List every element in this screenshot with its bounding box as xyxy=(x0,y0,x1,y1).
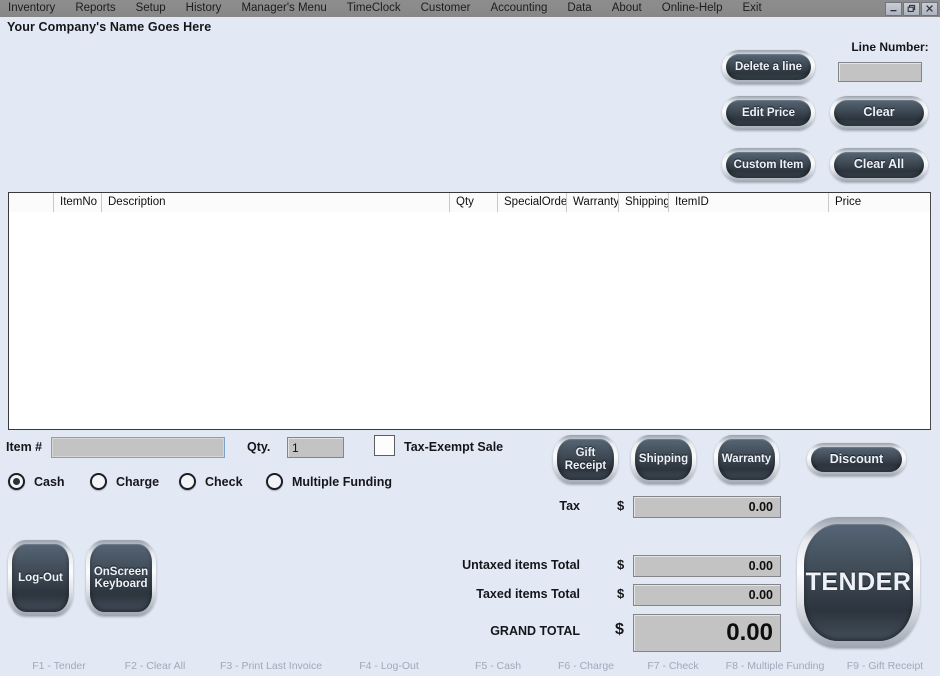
delete-a-line-label: Delete a line xyxy=(734,60,803,73)
grid-column-header-shipping[interactable]: Shipping xyxy=(619,193,669,212)
taxed-items-total-label: Taxed items Total xyxy=(476,587,580,601)
grid-column-header-itemno[interactable]: ItemNo xyxy=(54,193,102,212)
payment-option-label: Cash xyxy=(34,474,65,489)
minimize-icon xyxy=(890,10,897,12)
tender-button[interactable]: TENDER xyxy=(797,517,920,648)
onscreen-keyboard-label: OnScreen Keyboard xyxy=(93,565,149,590)
menu-item-history[interactable]: History xyxy=(176,0,232,17)
custom-item-button[interactable]: Custom Item xyxy=(722,148,815,182)
menu-bar: Inventory Reports Setup History Manager's Me… xyxy=(0,0,940,17)
grid-body[interactable] xyxy=(9,212,930,429)
gift-receipt-button[interactable]: Gift Receipt xyxy=(553,435,618,484)
discount-label: Discount xyxy=(829,451,884,466)
clear-all-button[interactable]: Clear All xyxy=(830,148,928,182)
grid-column-header-itemid[interactable]: ItemID xyxy=(669,193,829,212)
restore-button[interactable] xyxy=(903,1,920,16)
page-title: Your Company's Name Goes Here xyxy=(7,20,212,34)
radio-icon xyxy=(8,473,25,490)
menu-item-accounting[interactable]: Accounting xyxy=(480,0,557,17)
grid-column-header-description[interactable]: Description xyxy=(102,193,450,212)
radio-icon xyxy=(90,473,107,490)
menu-item-inventory[interactable]: Inventory xyxy=(0,0,65,17)
close-icon xyxy=(926,5,933,12)
clear-label: Clear xyxy=(863,105,895,120)
tax-exempt-label: Tax-Exempt Sale xyxy=(404,440,504,454)
menu-item-about[interactable]: About xyxy=(602,0,652,17)
grand-total-label: GRAND TOTAL xyxy=(490,624,580,638)
line-items-grid[interactable]: ItemNo Description Qty SpecialOrder Warranty… xyxy=(8,192,931,430)
minimize-button[interactable] xyxy=(885,1,902,16)
grid-column-header-qty[interactable]: Qty xyxy=(450,193,498,212)
custom-item-label: Custom Item xyxy=(733,158,804,171)
close-button[interactable] xyxy=(921,1,938,16)
line-number-input[interactable] xyxy=(838,62,922,82)
grid-column-header-specialorder[interactable]: SpecialOrder xyxy=(498,193,567,212)
tax-value: 0.00 xyxy=(633,496,781,518)
payment-option-check[interactable]: Check xyxy=(179,473,243,490)
menu-item-setup[interactable]: Setup xyxy=(126,0,176,17)
window-controls xyxy=(885,1,940,16)
function-key-f9[interactable]: F9 - Gift Receipt xyxy=(820,660,940,672)
quantity-input[interactable] xyxy=(287,437,344,458)
warranty-button[interactable]: Warranty xyxy=(714,435,779,484)
edit-price-label: Edit Price xyxy=(741,106,796,119)
grid-column-header-warranty[interactable]: Warranty xyxy=(567,193,619,212)
tender-label: TENDER xyxy=(805,568,912,596)
menu-item-exit[interactable]: Exit xyxy=(732,0,771,17)
log-out-label: Log-Out xyxy=(18,571,63,584)
quantity-label: Qty. xyxy=(247,440,271,454)
untaxed-items-total-value: 0.00 xyxy=(633,555,781,577)
menu-item-timeclock[interactable]: TimeClock xyxy=(337,0,411,17)
restore-icon xyxy=(907,4,916,12)
line-number-label: Line Number: xyxy=(851,40,929,54)
onscreen-keyboard-button[interactable]: OnScreen Keyboard xyxy=(86,540,156,616)
radio-icon xyxy=(266,473,283,490)
grand-total-currency-symbol: $ xyxy=(615,621,624,638)
tax-label: Tax xyxy=(559,499,580,513)
shipping-label: Shipping xyxy=(638,453,689,466)
edit-price-button[interactable]: Edit Price xyxy=(722,96,815,130)
function-key-f3[interactable]: F3 - Print Last Invoice xyxy=(196,660,346,672)
payment-option-charge[interactable]: Charge xyxy=(90,473,159,490)
gift-receipt-label: Gift Receipt xyxy=(564,447,607,472)
taxed-currency-symbol: $ xyxy=(617,586,625,601)
grid-column-header-selector[interactable] xyxy=(9,193,54,212)
delete-a-line-button[interactable]: Delete a line xyxy=(722,50,815,84)
discount-button[interactable]: Discount xyxy=(807,443,906,476)
menu-item-customer[interactable]: Customer xyxy=(411,0,481,17)
shipping-button[interactable]: Shipping xyxy=(631,435,696,484)
payment-option-multiple-funding[interactable]: Multiple Funding xyxy=(266,473,392,490)
item-number-label: Item # xyxy=(6,440,43,454)
payment-option-label: Check xyxy=(205,474,243,489)
menu-item-manager-s-menu[interactable]: Manager's Menu xyxy=(231,0,336,17)
payment-option-label: Charge xyxy=(116,474,160,489)
menu-item-data[interactable]: Data xyxy=(557,0,601,17)
clear-all-label: Clear All xyxy=(853,157,905,172)
radio-icon xyxy=(179,473,196,490)
function-key-f4[interactable]: F4 - Log-Out xyxy=(330,660,448,672)
item-number-input[interactable] xyxy=(51,437,225,458)
log-out-button[interactable]: Log-Out xyxy=(8,540,73,616)
grid-column-header-price[interactable]: Price xyxy=(829,193,930,212)
pos-application-window: Inventory Reports Setup History Manager's Me… xyxy=(0,0,940,676)
menu-item-reports[interactable]: Reports xyxy=(65,0,125,17)
taxed-items-total-value: 0.00 xyxy=(633,584,781,606)
tax-currency-symbol: $ xyxy=(617,498,625,513)
warranty-label: Warranty xyxy=(721,453,772,466)
radio-selected-dot xyxy=(13,478,20,485)
grid-header-row: ItemNo Description Qty SpecialOrder Warranty… xyxy=(9,193,930,212)
payment-option-label: Multiple Funding xyxy=(292,474,392,489)
tax-exempt-checkbox[interactable] xyxy=(374,435,395,456)
menu-item-online-help[interactable]: Online-Help xyxy=(652,0,733,17)
grand-total-value: 0.00 xyxy=(633,614,781,652)
untaxed-items-total-label: Untaxed items Total xyxy=(462,558,580,572)
clear-button[interactable]: Clear xyxy=(830,96,928,130)
untaxed-currency-symbol: $ xyxy=(617,557,625,572)
function-key-bar: F1 - Tender F2 - Clear All F3 - Print Last… xyxy=(0,660,940,676)
payment-option-cash[interactable]: Cash xyxy=(8,473,65,490)
payment-method-radio-group: Cash Charge Check Multiple Funding xyxy=(0,473,520,495)
